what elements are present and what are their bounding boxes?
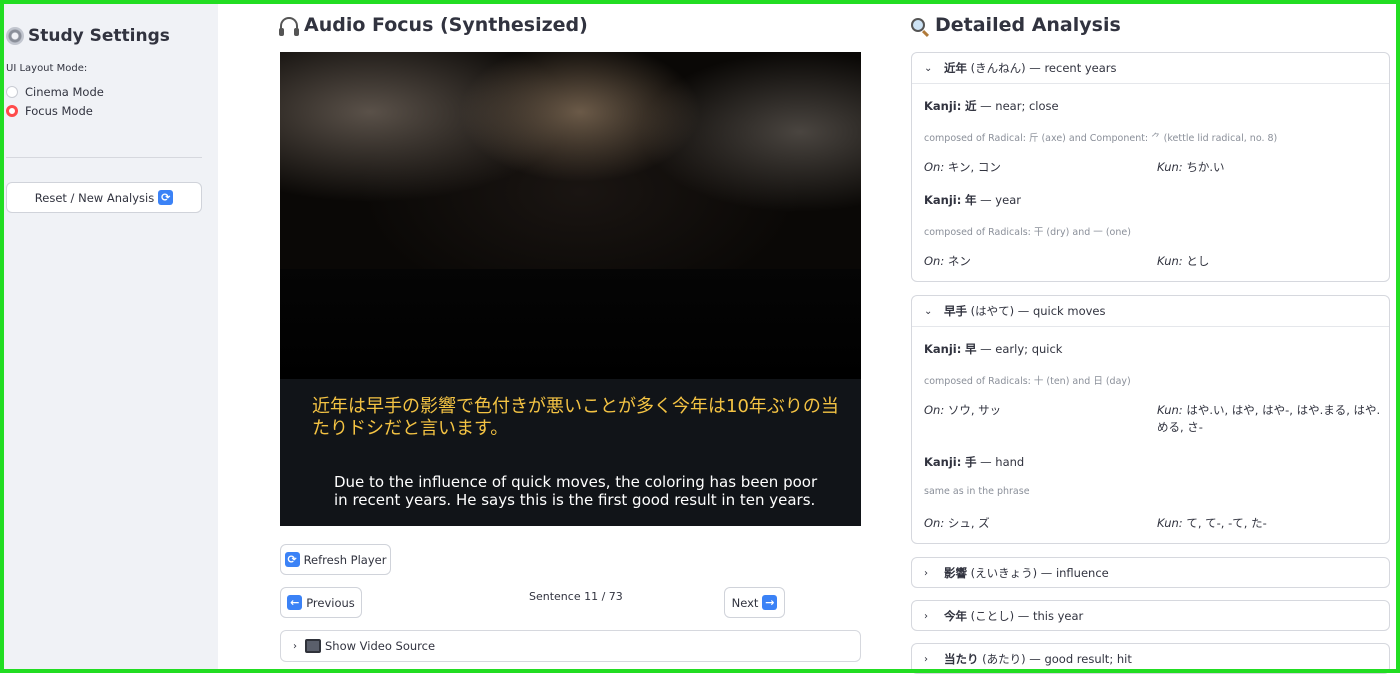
kun-reading: Kun: ちか.い: [1157, 160, 1225, 174]
subtitle-english: Due to the influence of quick moves, the…: [334, 473, 818, 509]
sentence-counter: Sentence 11 / 73: [529, 590, 623, 603]
on-reading: On: キン, コン: [924, 160, 1001, 174]
chevron-down-icon: ⌄: [924, 62, 933, 74]
chevron-down-icon: ⌄: [924, 305, 933, 317]
subtitle-japanese: 近年は早手の影響で色付きが悪いことが多く今年は10年ぶりの当たりドシだと言います…: [312, 396, 839, 439]
sidebar-title: Study Settings: [6, 26, 170, 46]
right-arrow-icon: →: [762, 595, 778, 610]
reset-analysis-button[interactable]: Reset / New Analysis ⟳: [6, 182, 202, 213]
kanji-line: Kanji: 早 — early; quick: [924, 342, 1063, 356]
refresh-icon: ⟳: [284, 552, 300, 567]
entry-header[interactable]: › 今年 (ことし) — this year: [912, 601, 1389, 630]
video-source-label: Show Video Source: [325, 639, 436, 653]
player-title-text: Audio Focus (Synthesized): [304, 14, 588, 36]
entry-header[interactable]: ⌄ 近年 (きんねん) — recent years: [912, 53, 1389, 83]
kun-reading: Kun: はや.い, はや, はや-, はや.まる, はや.める, さ-: [1157, 403, 1381, 434]
entry-word: 影響: [944, 566, 967, 580]
radio-cinema-mode[interactable]: Cinema Mode: [6, 85, 104, 99]
entry-header[interactable]: › 当たり (あたり) — good result; hit: [912, 644, 1389, 673]
on-reading: On: ネン: [924, 254, 971, 268]
player-title: Audio Focus (Synthesized): [279, 14, 588, 36]
analysis-entry-kotoshi[interactable]: › 今年 (ことし) — this year: [911, 600, 1390, 631]
entry-body: Kanji: 近 — near; close composed of Radic…: [912, 83, 1389, 281]
video-frame[interactable]: [280, 52, 861, 379]
radio-focus-mode[interactable]: Focus Mode: [6, 104, 93, 118]
refresh-player-button[interactable]: ⟳ Refresh Player: [280, 544, 391, 575]
left-arrow-icon: ←: [287, 595, 303, 610]
analysis-title: Detailed Analysis: [911, 14, 1121, 36]
entry-meaning: — quick moves: [1017, 304, 1106, 318]
headphones-icon: [279, 17, 299, 36]
next-label: Next: [731, 595, 759, 610]
chevron-right-icon: ›: [924, 567, 928, 579]
next-button[interactable]: Next →: [724, 587, 785, 618]
kanji-composition: composed of Radical: 斤 (axe) and Compone…: [924, 133, 1278, 144]
analysis-title-text: Detailed Analysis: [935, 14, 1121, 36]
entry-word: 当たり: [944, 652, 979, 666]
kanji-composition: composed of Radicals: 十 (ten) and 日 (day…: [924, 376, 1131, 387]
sidebar-title-text: Study Settings: [28, 26, 170, 46]
analysis-entry-hayate: ⌄ 早手 (はやて) — quick moves Kanji: 早 — earl…: [911, 295, 1390, 544]
analysis-entry-atari[interactable]: › 当たり (あたり) — good result; hit: [911, 643, 1390, 674]
entry-word: 早手: [944, 304, 967, 318]
on-reading: On: シュ, ズ: [924, 516, 990, 530]
entry-meaning: — this year: [1017, 609, 1084, 623]
entry-word: 近年: [944, 61, 967, 75]
chevron-right-icon: ›: [924, 653, 928, 665]
kanji-composition: composed of Radicals: 干 (dry) and 一 (one…: [924, 227, 1131, 238]
entry-header[interactable]: ⌄ 早手 (はやて) — quick moves: [912, 296, 1389, 326]
entry-header[interactable]: › 影響 (えいきょう) — influence: [912, 558, 1389, 587]
entry-body: Kanji: 早 — early; quick composed of Radi…: [912, 326, 1389, 543]
magnifier-icon: [911, 18, 925, 32]
analysis-entry-kinnen: ⌄ 近年 (きんねん) — recent years Kanji: 近 — ne…: [911, 52, 1390, 282]
reset-label: Reset / New Analysis: [34, 190, 155, 205]
kanji-composition: same as in the phrase: [924, 486, 1030, 497]
entry-word: 今年: [944, 609, 967, 623]
entry-reading: (あたり): [982, 652, 1026, 666]
kanji-line: Kanji: 手 — hand: [924, 455, 1025, 469]
refresh-icon: ⟳: [158, 190, 174, 205]
layout-mode-label: UI Layout Mode:: [6, 63, 88, 74]
kanji-line: Kanji: 年 — year: [924, 193, 1021, 207]
entry-meaning: — influence: [1040, 566, 1109, 580]
radio-label: Focus Mode: [25, 104, 93, 118]
analysis-entry-eikyou[interactable]: › 影響 (えいきょう) — influence: [911, 557, 1390, 588]
video-shadow: [280, 269, 861, 379]
entry-reading: (はやて): [970, 304, 1015, 318]
radio-button-selected[interactable]: [6, 105, 18, 117]
entry-reading: (えいきょう): [970, 566, 1038, 580]
gear-icon: [6, 27, 24, 45]
previous-button[interactable]: ← Previous: [280, 587, 362, 618]
entry-reading: (きんねん): [970, 61, 1026, 75]
previous-label: Previous: [306, 595, 355, 610]
kun-reading: Kun: て, て-, -て, た-: [1157, 516, 1267, 530]
refresh-player-label: Refresh Player: [303, 552, 387, 567]
radio-button[interactable]: [6, 86, 18, 98]
entry-reading: (ことし): [970, 609, 1015, 623]
chevron-right-icon: ›: [924, 610, 928, 622]
on-reading: On: ソウ, サッ: [924, 403, 1002, 417]
video-source-expander[interactable]: › Show Video Source: [280, 630, 861, 662]
entry-meaning: — recent years: [1029, 61, 1117, 75]
sidebar: Study Settings UI Layout Mode: Cinema Mo…: [4, 4, 218, 669]
divider: [6, 157, 202, 158]
kun-reading: Kun: とし: [1157, 254, 1210, 268]
chevron-right-icon: ›: [293, 640, 297, 652]
tv-icon: [305, 639, 321, 653]
entry-meaning: — good result; hit: [1029, 652, 1132, 666]
kanji-line: Kanji: 近 — near; close: [924, 99, 1059, 113]
radio-label: Cinema Mode: [25, 85, 104, 99]
subtitle-panel: 近年は早手の影響で色付きが悪いことが多く今年は10年ぶりの当たりドシだと言います…: [280, 379, 861, 526]
